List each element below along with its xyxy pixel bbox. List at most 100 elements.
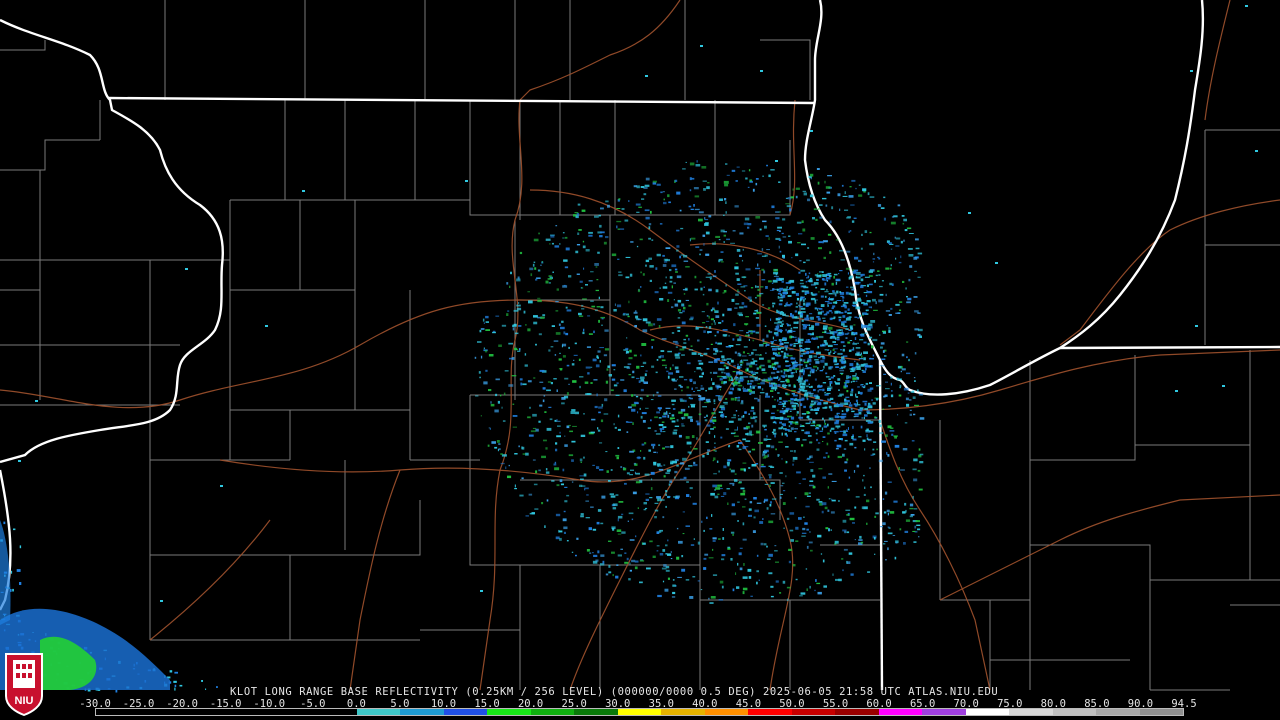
echo-pixel [816,448,820,451]
echo-pixel [743,222,749,226]
echo-pixel [620,379,625,381]
echo-pixel [700,385,703,387]
echo-pixel [701,520,703,523]
echo-pixel [721,355,725,358]
echo-pixel [899,301,903,303]
echo-pixel [696,422,701,426]
echo-pixel [527,380,532,383]
echo-pixel [687,451,692,454]
echo-pixel [863,292,868,294]
echo-pixel [694,208,700,211]
echo-pixel [521,446,525,450]
echo-pixel [522,383,527,386]
echo-pixel [639,238,643,241]
echo-pixel [838,500,840,502]
echo-pixel [643,456,646,460]
echo-pixel [800,279,804,282]
echo-pixel [760,542,764,546]
echo-pixel [703,286,705,288]
echo-pixel [890,248,893,250]
echo-pixel [823,402,828,404]
echo-pixel [780,380,785,383]
echo-pixel [564,500,568,503]
echo-pixel [582,240,585,243]
echo-pixel [665,544,668,547]
echo-pixel [545,280,549,284]
echo-pixel [792,374,794,378]
echo-pixel [764,225,767,229]
echo-pixel [508,464,510,467]
echo-pixel [860,284,863,287]
echo-pixel [581,308,585,310]
echo-pixel [522,453,526,455]
echo-pixel [539,381,544,383]
echo-pixel [847,427,849,430]
echo-pixel [863,357,866,361]
echo-pixel [737,283,742,285]
echo-pixel [717,301,719,305]
echo-pixel [890,264,892,267]
echo-pixel [770,445,775,449]
echo-pixel [586,549,590,552]
echo-pixel [631,559,636,563]
echo-pixel [674,459,679,462]
echo-pixel [660,350,665,352]
echo-pixel [757,398,760,402]
echo-pixel [19,582,22,585]
echo-pixel [18,460,21,462]
echo-pixel [681,423,684,425]
echo-pixel [681,425,685,427]
echo-pixel [775,211,780,213]
echo-pixel [819,204,823,206]
echo-pixel [594,215,599,218]
echo-pixel [783,288,788,292]
echo-pixel [795,253,799,257]
echo-pixel [856,464,860,468]
echo-pixel [648,237,651,240]
echo-pixel [859,339,864,341]
echo-pixel [786,369,789,372]
echo-pixel [12,588,14,592]
echo-pixel [799,425,805,427]
echo-pixel [735,572,737,575]
echo-pixel [818,247,822,250]
echo-pixel [745,177,748,180]
echo-pixel [863,506,868,510]
echo-pixel [784,352,786,355]
echo-pixel [595,364,600,368]
echo-pixel [848,195,854,198]
echo-pixel [672,364,674,367]
echo-pixel [556,435,561,438]
echo-pixel [669,367,672,370]
echo-pixel [554,461,557,464]
echo-pixel [879,424,883,428]
echo-pixel [897,414,899,416]
echo-pixel [705,441,709,443]
echo-pixel [565,332,569,336]
echo-pixel [511,375,517,377]
echo-pixel [562,355,566,358]
echo-pixel [807,435,812,437]
echo-pixel [743,563,745,566]
echo-pixel [803,372,805,376]
echo-pixel [841,558,844,560]
echo-pixel [706,424,711,427]
echo-pixel [630,469,634,471]
echo-pixel [850,370,855,372]
echo-pixel [826,442,829,446]
echo-pixel [823,325,828,328]
echo-pixel [700,397,706,400]
echo-pixel [572,380,577,383]
echo-pixel [590,431,595,434]
echo-pixel [656,318,662,321]
echo-pixel [690,544,695,546]
echo-pixel [596,466,600,469]
echo-pixel [645,370,648,372]
echo-pixel [779,343,782,346]
echo-pixel [581,485,586,487]
echo-pixel [880,207,885,209]
echo-pixel [744,498,747,500]
echo-pixel [731,169,736,172]
echo-pixel [708,387,713,390]
colorbar-segment [748,709,792,715]
